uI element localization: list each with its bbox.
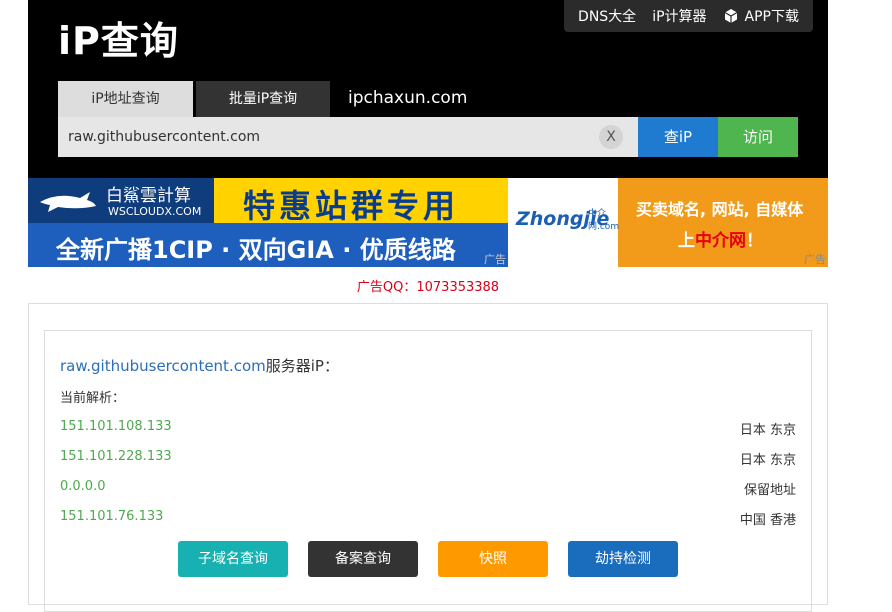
ad-tag: 广告: [484, 253, 506, 266]
site-domain: ipchaxun.com: [348, 88, 468, 108]
clear-button[interactable]: X: [599, 125, 623, 149]
tab-batch-lookup[interactable]: 批量iP查询: [196, 81, 330, 117]
server-ip-title: raw.githubusercontent.com服务器iP：: [60, 355, 339, 376]
ip-address[interactable]: 151.101.228.133: [60, 449, 172, 464]
nav-ip-calculator[interactable]: iP计算器: [652, 6, 706, 26]
ad-line2: 全新广播1CIP · 双向GIA · 优质线路: [56, 236, 456, 264]
ip-address[interactable]: 0.0.0.0: [60, 479, 105, 494]
action-buttons: 子域名查询 备案查询 快照 劫持检测: [178, 541, 678, 577]
search-bar: X 查iP 访问: [58, 117, 798, 157]
ip-row: 0.0.0.0 保留地址: [60, 479, 796, 499]
ad-tag: 广告: [804, 253, 826, 266]
visit-button[interactable]: 访问: [718, 117, 798, 157]
ad-zhongjie-logo: Zhongjie 中介网.com: [508, 178, 620, 267]
snapshot-button[interactable]: 快照: [438, 541, 548, 577]
ad-banner-wscloudx[interactable]: 白鯊雲計算 WSCLOUDX.COM 特惠站群专用 全新广播1CIP · 双向G…: [28, 178, 508, 267]
ad-zhongjie-line2-pre: 上: [678, 231, 695, 251]
ip-address[interactable]: 151.101.76.133: [60, 509, 163, 524]
ad-slogan: 特惠站群专用: [243, 187, 460, 225]
result-domain-link[interactable]: raw.githubusercontent.com: [60, 357, 266, 375]
ip-address[interactable]: 151.101.108.133: [60, 419, 172, 434]
site-logo[interactable]: iP查询: [58, 10, 179, 65]
ip-location: 日本 东京: [739, 423, 796, 438]
current-resolution-label: 当前解析：: [60, 391, 126, 406]
subdomain-query-button[interactable]: 子域名查询: [178, 541, 288, 577]
nav-app-download[interactable]: APP下载: [723, 6, 799, 26]
ip-row: 151.101.76.133 中国 香港: [60, 509, 796, 529]
cube-icon: [724, 9, 737, 23]
ip-row: 151.101.108.133 日本 东京: [60, 419, 796, 439]
ad-zhongjie-line2-post: ！: [746, 231, 763, 251]
search-input[interactable]: [58, 117, 638, 157]
nav-app-label: APP下载: [744, 9, 799, 25]
top-nav: DNS大全 iP计算器 APP下载: [564, 0, 813, 32]
ad-zhongjie-line1: 买卖域名, 网站, 自媒体: [636, 200, 804, 219]
tab-ip-lookup[interactable]: iP地址查询: [58, 81, 193, 117]
ip-location: 日本 东京: [739, 453, 796, 468]
ip-location: 保留地址: [743, 483, 796, 498]
ad-brand-box: 白鯊雲計算 WSCLOUDX.COM: [28, 178, 214, 223]
header: iP查询 DNS大全 iP计算器 APP下载 iP地址查询 批量iP查询 ipc…: [28, 0, 828, 178]
nav-dns[interactable]: DNS大全: [578, 6, 636, 26]
hijack-check-button[interactable]: 劫持检测: [568, 541, 678, 577]
ip-row: 151.101.228.133 日本 东京: [60, 449, 796, 469]
ad-brand-en: WSCLOUDX.COM: [108, 205, 202, 218]
shark-icon: [40, 192, 96, 212]
ad-zhongjie-line2: 上中介网！: [678, 226, 763, 251]
icp-query-button[interactable]: 备案查询: [308, 541, 418, 577]
ip-location: 中国 香港: [739, 513, 796, 528]
result-panel: raw.githubusercontent.com服务器iP： 当前解析： 15…: [28, 303, 828, 612]
result-box: raw.githubusercontent.com服务器iP： 当前解析： 15…: [44, 330, 812, 612]
ad-zhongjie-highlight: 中介网: [695, 231, 746, 251]
ad-banner-zhongjie[interactable]: Zhongjie 中介网.com 买卖域名, 网站, 自媒体 上中介网！ 广告: [508, 178, 828, 267]
ad-zhongjie-logo-sub: 中介网.com: [588, 209, 620, 232]
query-ip-button[interactable]: 查iP: [638, 117, 718, 157]
ad-brand-cn: 白鯊雲計算: [106, 186, 191, 206]
ad-qq-contact: 广告QQ：1073353388: [356, 280, 500, 295]
server-ip-suffix: 服务器iP：: [265, 357, 339, 375]
